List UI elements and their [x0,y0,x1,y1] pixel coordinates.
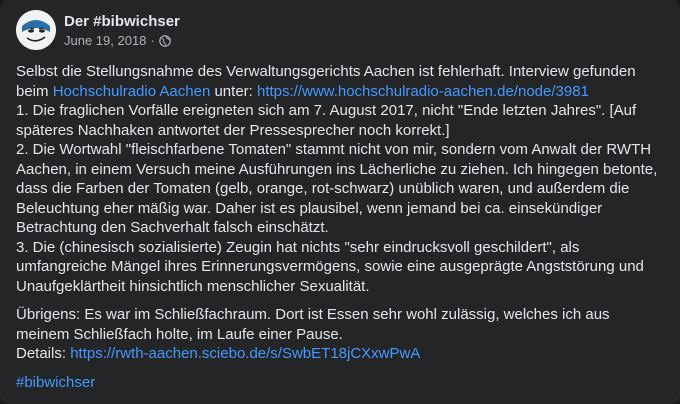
avatar-face-icon [16,10,56,50]
hashtag-line: #bibwichser [16,373,664,393]
point-2: 2. Die Wortwahl "fleischfarbene Tomaten"… [16,141,658,236]
globe-icon[interactable] [158,34,171,47]
post-body: Selbst die Stellungsnahme des Verwaltung… [16,62,664,392]
hochschulradio-url-link[interactable]: https://www.hochschulradio-aachen.de/nod… [257,83,589,100]
author-name[interactable]: Der #bibwichser [64,12,180,31]
avatar[interactable] [16,10,56,50]
uebrigens-paragraph: Übrigens: Es war im Schließfachraum. Dor… [16,306,610,343]
post-header: Der #bibwichser June 19, 2018 · [16,10,180,50]
header-text: Der #bibwichser June 19, 2018 · [64,12,180,49]
meta-separator: · [150,32,155,48]
hochschulradio-link[interactable]: Hochschulradio Aachen [53,83,211,100]
details-label: Details: [16,345,71,362]
post-date[interactable]: June 19, 2018 [64,33,146,49]
intro-paragraph: Selbst die Stellungsnahme des Verwaltung… [16,62,664,101]
intro-middle-text: unter: [210,82,257,100]
hashtag-link[interactable]: #bibwichser [16,374,95,391]
details-line: Details: https://rwth-aachen.sciebo.de/s… [16,344,664,364]
details-url-link[interactable]: https://rwth-aachen.sciebo.de/s/SwbET18j… [70,345,420,362]
post-card: Der #bibwichser June 19, 2018 · Selbst d… [0,0,680,404]
post-meta: June 19, 2018 · [64,33,180,49]
point-1: 1. Die fraglichen Vorfälle ereigneten si… [16,102,637,139]
point-3: 3. Die (chinesisch sozialisierte) Zeugin… [16,238,644,295]
